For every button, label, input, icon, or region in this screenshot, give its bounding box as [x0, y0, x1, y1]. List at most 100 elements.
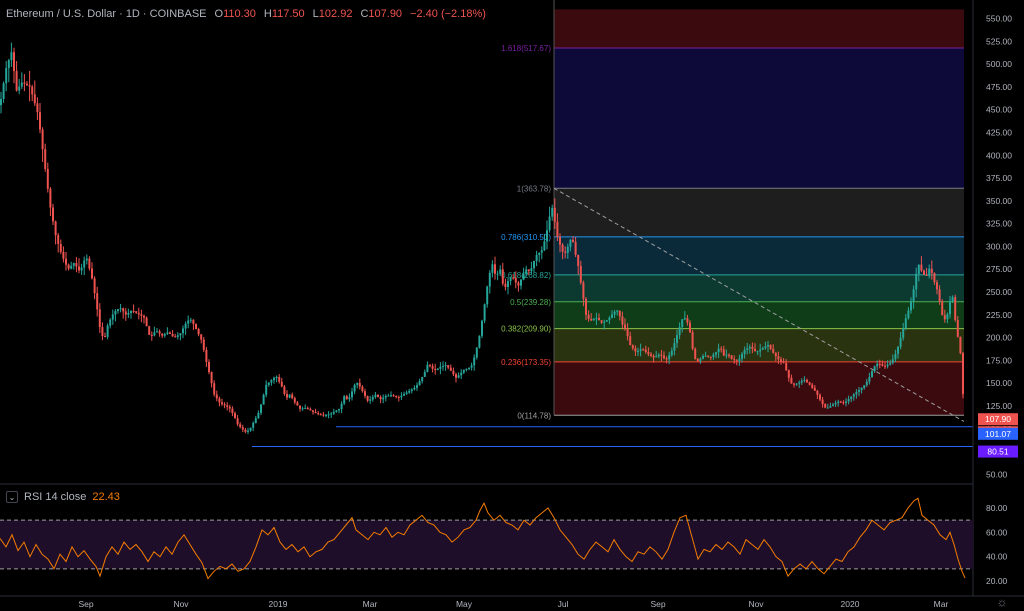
candle-body — [301, 408, 304, 410]
candle-body — [936, 282, 938, 290]
candle-body — [665, 358, 668, 360]
candle-body — [553, 207, 556, 222]
candle-body — [327, 414, 330, 416]
candle-body — [148, 326, 151, 335]
candle-body — [252, 422, 255, 428]
candle-body — [548, 216, 551, 231]
collapse-pane-icon[interactable]: ⌄ — [6, 491, 18, 503]
candle-body — [507, 281, 509, 288]
candle-body — [111, 314, 114, 320]
candle-body — [122, 308, 125, 312]
candle-body — [273, 377, 275, 381]
time-axis-tick: Nov — [173, 599, 189, 609]
candle-body — [158, 331, 161, 334]
candle-body — [156, 331, 158, 333]
candle-body — [306, 407, 309, 409]
ohlc-high: H117.50 — [263, 8, 305, 20]
candle-body — [18, 86, 21, 91]
candle-body — [642, 349, 645, 351]
candle-body — [949, 301, 951, 315]
candle-body — [392, 395, 395, 397]
candle-body — [387, 395, 390, 397]
candle-body — [897, 346, 899, 354]
price-axis-tick: 150.00 — [986, 378, 1012, 388]
candle-body — [624, 324, 626, 329]
candle-body — [647, 352, 650, 355]
candle-body — [195, 323, 197, 329]
candle-body — [470, 365, 473, 368]
candle-body — [449, 367, 452, 371]
candle-body — [319, 414, 322, 416]
fib-zone — [554, 361, 964, 416]
candle-body — [741, 354, 743, 359]
candle-body — [559, 236, 561, 245]
fib-level-label: 1.618(517.67) — [501, 44, 551, 53]
candle-body — [793, 383, 795, 385]
price-axis-tick: 350.00 — [986, 196, 1012, 206]
candle-body — [925, 274, 928, 276]
candle-body — [696, 358, 699, 362]
candle-body — [236, 418, 239, 425]
candle-body — [715, 352, 717, 355]
candle-body — [631, 345, 634, 349]
candle-body — [941, 301, 944, 316]
candle-body — [876, 363, 879, 367]
price-axis-tick: 550.00 — [986, 14, 1012, 24]
candle-body — [348, 397, 351, 400]
rsi-indicator-label[interactable]: RSI 14 close — [24, 491, 86, 503]
symbol-title[interactable]: Ethereum / U.S. Dollar · 1D · COINBASE — [6, 8, 207, 20]
candle-body — [759, 349, 762, 352]
support-price-label: 101.07 — [985, 429, 1011, 439]
candle-body — [174, 336, 177, 338]
candle-body — [754, 348, 756, 352]
candle-body — [166, 332, 169, 335]
candle-body — [390, 395, 392, 397]
candle-body — [582, 282, 585, 299]
candle-body — [351, 391, 353, 398]
fib-level-label: 0.5(239.28) — [510, 298, 551, 307]
candle-body — [577, 254, 580, 266]
candle-body — [590, 318, 593, 321]
candle-body — [80, 267, 83, 271]
candle-body — [728, 354, 730, 356]
candle-body — [330, 413, 333, 415]
candle-body — [678, 327, 681, 336]
candle-body — [397, 396, 400, 398]
candle-body — [332, 411, 335, 414]
candle-body — [36, 103, 39, 113]
candle-body — [153, 332, 156, 336]
candle-body — [917, 264, 920, 274]
price-axis-tick: 425.00 — [986, 127, 1012, 137]
candle-body — [527, 269, 530, 272]
candle-body — [405, 392, 408, 395]
candle-body — [13, 52, 15, 71]
rsi-axis-tick: 20.00 — [986, 576, 1008, 586]
candle-body — [540, 250, 543, 253]
candle-body — [717, 348, 720, 353]
price-chart[interactable]: 1.618(517.67)1(363.78)0.786(310.50)0.618… — [0, 0, 1024, 611]
price-axis-tick: 500.00 — [986, 59, 1012, 69]
candle-body — [811, 384, 814, 388]
settings-gear-icon[interactable]: ☼ — [996, 596, 1008, 608]
candle-body — [374, 394, 377, 398]
candle-body — [462, 369, 465, 373]
candle-body — [881, 364, 884, 366]
candle-body — [496, 273, 499, 275]
candle-body — [899, 337, 902, 347]
rsi-header: ⌄ RSI 14 close 22.43 — [6, 489, 120, 505]
price-axis-tick: 275.00 — [986, 264, 1012, 274]
candle-body — [335, 410, 338, 412]
ohlc-close: C107.90 — [360, 8, 403, 20]
price-axis-tick: 450.00 — [986, 105, 1012, 115]
candle-body — [44, 149, 47, 169]
support2-price-label: 80.51 — [987, 447, 1009, 457]
price-axis-tick: 125.00 — [986, 401, 1012, 411]
candle-body — [171, 333, 174, 337]
candle-body — [98, 309, 101, 328]
candle-body — [429, 364, 431, 366]
candle-body — [514, 277, 517, 283]
rsi-band — [0, 520, 973, 569]
candle-body — [70, 265, 73, 269]
candle-body — [618, 310, 621, 317]
candle-body — [119, 308, 122, 310]
